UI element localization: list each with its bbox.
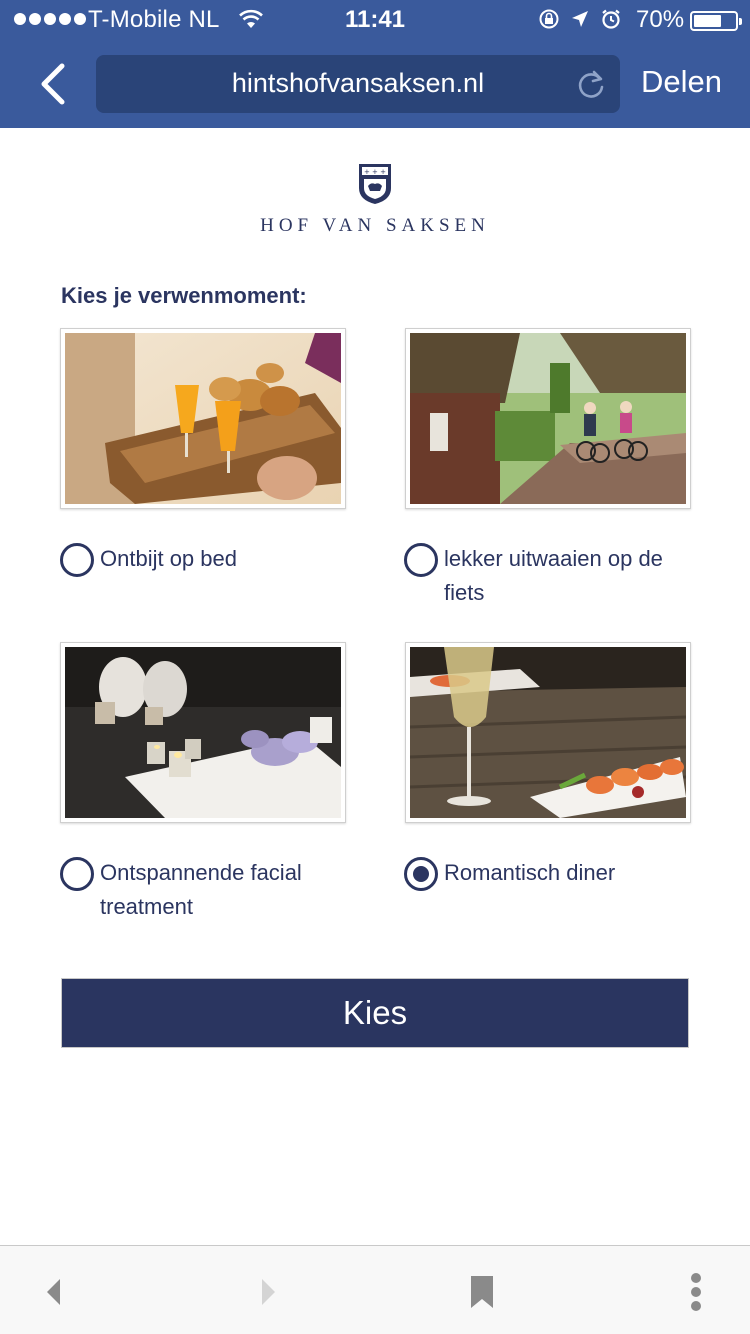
bookmark-icon	[471, 1276, 493, 1308]
status-bar: T-Mobile NL 11:41 70%	[0, 0, 750, 40]
back-chevron-icon	[41, 63, 65, 105]
option-label: Ontspannende facial treatment	[100, 860, 302, 919]
option-image-facial[interactable]	[60, 642, 346, 823]
location-arrow-icon	[572, 11, 588, 27]
reload-icon[interactable]	[574, 67, 608, 101]
battery-icon	[690, 11, 742, 31]
radio-button[interactable]	[60, 543, 94, 577]
option-label: lekker uitwaaien op de fiets	[444, 546, 663, 605]
option-label: Ontbijt op bed	[100, 546, 237, 571]
url-text: hintshofvansaksen.nl	[231, 68, 485, 98]
option-ontbijt-op-bed[interactable]: Ontbijt op bed	[60, 542, 348, 577]
option-image-dinner[interactable]	[405, 642, 691, 823]
alarm-icon	[602, 9, 620, 29]
rotation-lock-icon	[539, 9, 559, 29]
more-icon	[691, 1273, 701, 1311]
option-uitwaaien-fiets[interactable]: lekker uitwaaien op de fiets	[404, 542, 692, 610]
toolbar-more-button[interactable]	[674, 1270, 718, 1314]
status-icons	[538, 8, 622, 30]
cycling-couple-photo	[410, 333, 686, 504]
share-button[interactable]: Delen	[641, 64, 722, 100]
option-image-breakfast[interactable]	[60, 328, 346, 509]
toolbar-forward-button[interactable]	[246, 1270, 290, 1314]
radio-button[interactable]	[60, 857, 94, 891]
logo: + + +	[0, 162, 750, 211]
breakfast-tray-photo	[65, 333, 341, 504]
battery-percentage: 70%	[636, 6, 685, 33]
toolbar-back-button[interactable]	[32, 1270, 76, 1314]
kies-submit-button[interactable]: Kies	[61, 978, 689, 1048]
address-bar[interactable]: hintshofvansaksen.nl	[96, 55, 620, 113]
option-label: Romantisch diner	[444, 860, 616, 885]
spa-candles-photo	[65, 647, 341, 818]
radio-button[interactable]	[404, 543, 438, 577]
option-romantisch-diner[interactable]: Romantisch diner	[404, 856, 692, 891]
champagne-dinner-photo	[410, 647, 686, 818]
browser-back-button[interactable]	[36, 62, 72, 106]
forward-arrow-icon	[262, 1279, 275, 1305]
crest-logo-icon: + + +	[359, 164, 391, 204]
back-arrow-icon	[47, 1279, 60, 1305]
toolbar-bookmark-button[interactable]	[460, 1270, 504, 1314]
svg-text:+ + +: + + +	[364, 168, 386, 176]
brand-name: HOF VAN SAKSEN	[260, 215, 490, 236]
page-heading: Kies je verwenmoment:	[61, 283, 307, 308]
option-image-cycling[interactable]	[405, 328, 691, 509]
bottom-toolbar	[0, 1245, 750, 1334]
browser-header: T-Mobile NL 11:41 70% hintshofvansaksen.…	[0, 0, 750, 128]
radio-button[interactable]	[404, 857, 438, 891]
option-facial-treatment[interactable]: Ontspannende facial treatment	[60, 856, 348, 924]
